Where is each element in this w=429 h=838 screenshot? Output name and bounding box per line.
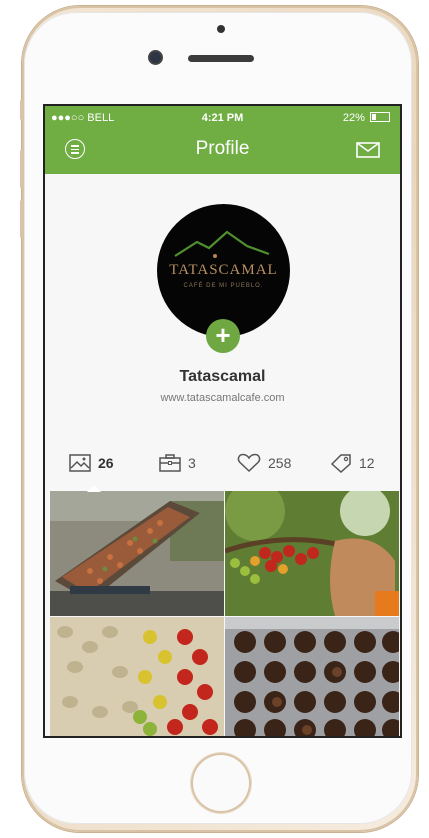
stat-likes[interactable]: 258 xyxy=(237,450,291,476)
stats-bar: 26 3 258 12 xyxy=(45,450,400,476)
logo-brand: TATASCAMAL xyxy=(169,262,278,278)
logo-tagline: CAFÉ DE MI PUEBLO. xyxy=(183,283,264,289)
briefcase-icon xyxy=(159,454,181,472)
photo-coffee-cherries-branch[interactable] xyxy=(225,491,399,616)
mail-icon[interactable] xyxy=(356,142,380,163)
stat-projects[interactable]: 3 xyxy=(159,450,196,476)
profile-website[interactable]: www.tatascamalcafe.com xyxy=(45,392,400,404)
photo-image xyxy=(225,617,399,736)
battery-icon xyxy=(370,112,390,122)
battery-indicator: 22% xyxy=(343,112,390,124)
add-photo-button[interactable]: + xyxy=(206,319,240,353)
heart-icon xyxy=(237,453,261,473)
stat-photos-count: 26 xyxy=(98,455,114,471)
status-bar: ●●●○○ BELL 4:21 PM 22% xyxy=(45,112,400,126)
stat-tags[interactable]: 12 xyxy=(330,450,375,476)
stat-photos[interactable]: 26 xyxy=(69,450,114,476)
photo-roasted-coffee-cups[interactable] xyxy=(225,617,399,736)
photo-coffee-beans-varieties[interactable] xyxy=(50,617,224,736)
profile-name: Tatascamal xyxy=(179,368,266,385)
image-icon xyxy=(69,454,91,472)
photo-image xyxy=(50,617,224,736)
avatar: TATASCAMAL CAFÉ DE MI PUEBLO. xyxy=(157,204,290,337)
earpiece-speaker xyxy=(188,55,254,62)
photo-image xyxy=(225,491,399,616)
volume-down-button xyxy=(20,200,23,238)
app-header: ●●●○○ BELL 4:21 PM 22% Profile xyxy=(45,106,400,174)
battery-percent: 22% xyxy=(342,112,365,124)
stat-tags-count: 12 xyxy=(359,455,375,471)
volume-up-button xyxy=(20,150,23,188)
screen: ●●●○○ BELL 4:21 PM 22% Profile TATASCAMA… xyxy=(43,104,402,738)
home-button[interactable] xyxy=(191,753,251,813)
front-sensor xyxy=(217,25,225,33)
stat-projects-count: 3 xyxy=(188,455,196,471)
side-button xyxy=(20,100,23,120)
tag-icon xyxy=(330,454,351,473)
page-title: Profile xyxy=(195,138,250,159)
stat-likes-count: 258 xyxy=(268,455,292,471)
selection-pointer xyxy=(87,485,101,492)
photo-grid xyxy=(50,491,399,736)
photo-image xyxy=(50,491,224,616)
front-camera xyxy=(150,52,161,63)
photo-coffee-drying-tray[interactable] xyxy=(50,491,224,616)
